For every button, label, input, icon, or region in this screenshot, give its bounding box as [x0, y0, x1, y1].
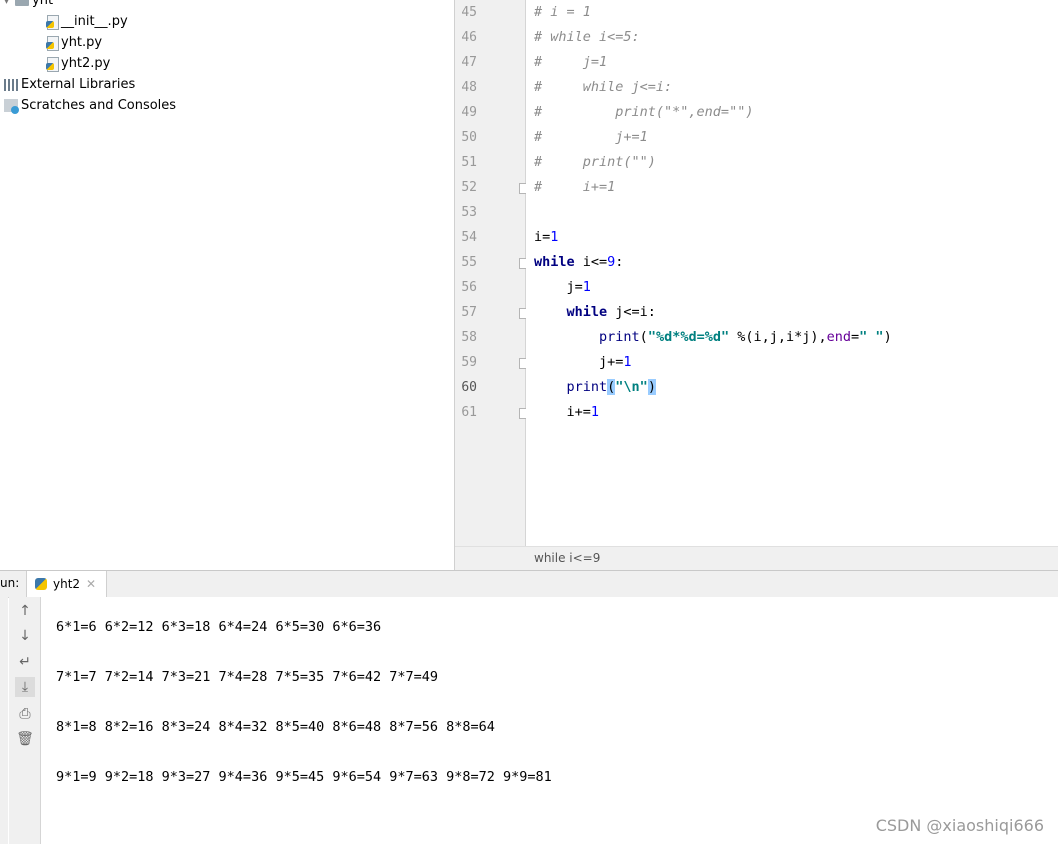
run-tab-label: yht2 [53, 577, 81, 591]
line-number: 56 [461, 280, 477, 295]
soft-wrap-icon[interactable]: ↵ [15, 652, 35, 672]
line-number: 48 [461, 80, 477, 95]
code-line: # i = 1 [534, 4, 591, 20]
console-line: 7*1=7 7*2=14 7*3=21 7*4=28 7*5=35 7*6=42… [56, 669, 439, 685]
line-number: 49 [461, 105, 477, 120]
python-file-icon [46, 56, 59, 72]
python-icon [35, 578, 47, 590]
python-file-icon [46, 14, 59, 30]
code-line: # while j<=i: [534, 79, 673, 95]
line-number: 46 [461, 30, 477, 45]
tree-item-label: yht [32, 0, 54, 8]
trash-icon[interactable]: 🗑 [15, 729, 35, 749]
code-line: # print("*",end="") [534, 104, 754, 120]
console-output[interactable]: 6*1=6 6*2=12 6*3=18 6*4=24 6*5=30 6*6=36… [41, 597, 1058, 844]
code-line: j+=1 [534, 354, 632, 370]
line-number: 57 [461, 305, 477, 320]
code-line: # j+=1 [534, 129, 648, 145]
chevron-down-icon[interactable]: ▾ [4, 0, 9, 7]
folder-icon [15, 0, 30, 6]
run-tab-yht2[interactable]: yht2 ✕ [26, 571, 108, 597]
tree-item-label: __init__.py [61, 14, 128, 29]
watermark: CSDN @xiaoshiqi666 [875, 816, 1044, 835]
code-line: i=1 [534, 229, 559, 245]
breadcrumb-item[interactable]: while i<=9 [534, 551, 600, 565]
line-number: 45 [461, 5, 477, 20]
line-number: 47 [461, 55, 477, 70]
tree-item-yht-py[interactable]: yht.py [46, 32, 102, 53]
run-panel-header: un: yht2 ✕ [0, 570, 1058, 598]
code-line: # print("") [534, 154, 656, 170]
breadcrumb[interactable]: while i<=9 [455, 546, 1058, 571]
tree-item-label: External Libraries [21, 77, 136, 92]
console-line: 6*1=6 6*2=12 6*3=18 6*4=24 6*5=30 6*6=36 [56, 619, 382, 635]
code-line: i+=1 [534, 404, 600, 420]
arrow-up-icon[interactable]: ↑ [15, 601, 35, 621]
tree-item-label: yht.py [61, 35, 103, 50]
print-icon[interactable]: ⎙ [15, 704, 35, 724]
python-file-icon [46, 35, 59, 51]
code-line: j=1 [534, 279, 591, 295]
project-tree-panel: ▾ yht __init__.py yht.py yht2.py External… [0, 0, 454, 570]
console-line: 9*1=9 9*2=18 9*3=27 9*4=36 9*5=45 9*6=54… [56, 769, 552, 785]
tree-item-label: Scratches and Consoles [21, 98, 177, 113]
tree-item-init-py[interactable]: __init__.py [46, 11, 128, 32]
libraries-icon [4, 78, 18, 91]
code-line: while j<=i: [566, 304, 656, 320]
run-left-strip [0, 597, 8, 844]
line-number: 59 [461, 355, 477, 370]
line-number: 53 [461, 205, 477, 220]
editor-gutter[interactable]: 45 46 47 48 49 50 51 52 53 54 55 56 57 58 59 60 61 [455, 0, 530, 546]
line-number: 55 [461, 255, 477, 270]
console-line: 8*1=8 8*2=16 8*3=24 8*4=32 8*5=40 8*6=48… [56, 719, 495, 735]
scroll-to-end-icon[interactable]: ⤓ [15, 677, 35, 697]
tree-item-scratches[interactable]: Scratches and Consoles [4, 95, 176, 116]
tree-item-yht2-py[interactable]: yht2.py [46, 53, 110, 74]
tree-item-external-libraries[interactable]: External Libraries [4, 74, 135, 95]
code-line: # while i<=5: [534, 29, 640, 45]
code-line: print("%d*%d=%d" %(i,j,i*j),end=" ") [599, 329, 892, 345]
line-number: 58 [461, 330, 477, 345]
line-number: 50 [461, 130, 477, 145]
line-number: 54 [461, 230, 477, 245]
close-icon[interactable]: ✕ [86, 577, 96, 591]
run-toolbar: ↑ ↓ ↵ ⤓ ⎙ 🗑 [9, 597, 41, 844]
code-line: print("\n") [566, 379, 656, 395]
run-label: un: [0, 576, 20, 590]
code-line: # j=1 [534, 54, 608, 70]
line-number: 60 [461, 380, 477, 395]
tree-item-label: yht2.py [61, 56, 111, 71]
tree-item-yht-folder[interactable]: ▾ yht [4, 0, 53, 11]
code-line: # i+=1 [534, 179, 616, 195]
code-editor[interactable]: # i = 1 # while i<=5: # j=1 # while j<=i: # … [526, 0, 1058, 546]
arrow-down-icon[interactable]: ↓ [15, 626, 35, 646]
code-line: while i<=9: [534, 254, 624, 270]
scratches-icon [4, 99, 19, 114]
line-number: 61 [461, 405, 477, 420]
line-number: 51 [461, 155, 477, 170]
line-number: 52 [461, 180, 477, 195]
